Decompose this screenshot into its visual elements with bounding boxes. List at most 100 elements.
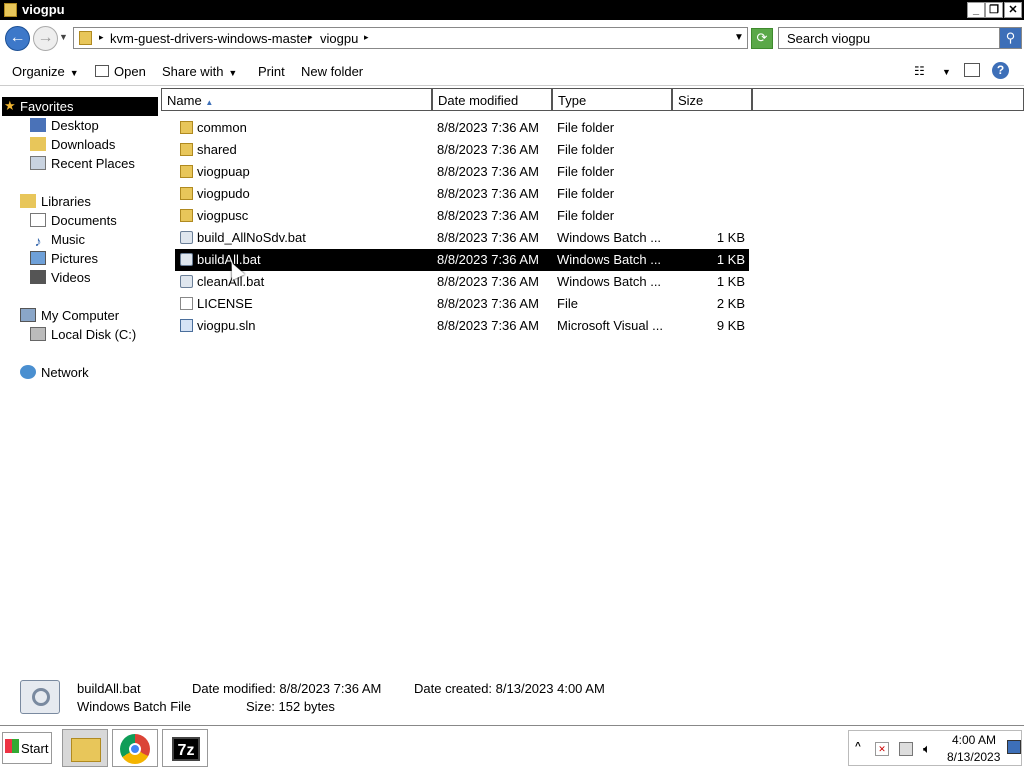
taskbar-chrome[interactable] [112,729,158,767]
close-button[interactable]: ✕ [1004,2,1022,18]
file-name: viogpudo [197,186,250,201]
search-icon[interactable]: ⚲ [999,28,1021,48]
help-icon[interactable]: ? [992,62,1009,79]
refresh-button[interactable]: ⟳ [751,28,773,49]
taskbar-7zip[interactable]: 7z [162,729,208,767]
column-header-name[interactable]: Name ▲ [161,88,432,111]
preview-pane-icon[interactable] [964,63,980,77]
windows-logo-icon [5,739,19,753]
file-type: File folder [557,120,615,135]
column-header-date-modified[interactable]: Date modified [432,88,552,111]
minimize-button[interactable]: _ [967,2,985,18]
nav-local-disk[interactable]: Local Disk (C:) [30,327,136,346]
taskbar-explorer[interactable] [62,729,108,767]
column-header-type[interactable]: Type [552,88,672,111]
file-icon [180,297,193,310]
breadcrumb-separator-icon[interactable]: ▸ [308,32,313,43]
column-date-label: Date modified [438,93,519,108]
file-name: build_AllNoSdv.bat [197,230,306,245]
nav-network-label: Network [41,365,89,380]
start-button[interactable]: Start [2,732,52,764]
breadcrumb-viogpu[interactable]: viogpu [320,31,358,46]
open-icon [95,65,109,77]
clock-date[interactable]: 8/13/2023 [947,750,1000,764]
file-row[interactable]: common 8/8/2023 7:36 AM File folder [175,117,749,139]
file-row[interactable]: shared 8/8/2023 7:36 AM File folder [175,139,749,161]
details-pane: buildAll.bat Windows Batch File Date mod… [0,670,1024,722]
batch-file-icon [180,275,193,288]
nav-downloads-label: Downloads [51,137,116,152]
volume-muted-icon[interactable]: 🔈︎ [923,741,931,757]
organize-label: Organize [12,64,65,79]
nav-documents[interactable]: Documents [30,213,117,232]
file-date-modified: 8/8/2023 7:36 AM [437,120,539,135]
nav-videos[interactable]: Videos [30,270,91,289]
print-button[interactable]: Print [258,64,285,79]
system-tray: ^ ✕ 🔈︎ 4:00 AM 8/13/2023 [848,730,1022,766]
maximize-button[interactable]: ❐ [985,2,1003,18]
view-dropdown-icon[interactable]: ▼ [942,67,951,77]
nav-favorites[interactable]: ★ Favorites [2,97,158,116]
nav-local-disk-label: Local Disk (C:) [51,327,137,342]
file-date-modified: 8/8/2023 7:36 AM [437,208,539,223]
file-row[interactable]: build_AllNoSdv.bat 8/8/2023 7:36 AM Window… [175,227,749,249]
recent-pages-dropdown[interactable]: ▼ [59,32,68,42]
file-row[interactable]: buildAll.bat 8/8/2023 7:36 AM Windows Batc… [175,249,749,271]
file-row[interactable]: viogpu.sln 8/8/2023 7:36 AM Microsoft Visu… [175,315,749,337]
file-row[interactable]: viogpusc 8/8/2023 7:36 AM File folder [175,205,749,227]
nav-downloads[interactable]: Downloads [30,137,115,156]
nav-desktop-label: Desktop [51,118,99,133]
open-button[interactable]: Open [95,64,146,79]
new-folder-button[interactable]: New folder [301,64,363,79]
file-row[interactable]: viogpudo 8/8/2023 7:36 AM File folder [175,183,749,205]
file-name: LICENSE [197,296,253,311]
file-type: Windows Batch ... [557,230,662,245]
nav-desktop[interactable]: Desktop [30,118,99,137]
view-options-icon[interactable]: ☷ [914,64,925,78]
nav-pictures[interactable]: Pictures [30,251,98,270]
batch-file-icon [180,253,193,266]
clock-time[interactable]: 4:00 AM [952,733,996,747]
nav-network[interactable]: Network [20,365,89,384]
file-date-modified: 8/8/2023 7:36 AM [437,142,539,157]
address-bar[interactable]: ▸ kvm-guest-drivers-windows-master ▸ vio… [73,27,748,49]
breadcrumb-separator-icon[interactable]: ▸ [364,32,369,43]
forward-button[interactable]: → [33,26,58,51]
action-center-icon[interactable]: ✕ [875,742,889,756]
disk-drive-icon [30,327,46,341]
address-dropdown-icon[interactable]: ▼ [734,32,744,43]
solution-file-icon [180,319,193,332]
libraries-icon [20,194,36,208]
batch-file-icon [180,231,193,244]
nav-music[interactable]: ♪ Music [30,232,85,251]
organize-button[interactable]: Organize ▼ [12,64,79,79]
file-row[interactable]: LICENSE 8/8/2023 7:36 AM File 2 KB [175,293,749,315]
file-date-modified: 8/8/2023 7:36 AM [437,318,539,333]
show-hidden-icons-button[interactable]: ^ [855,741,861,752]
back-button[interactable]: ← [5,26,30,51]
share-with-button[interactable]: Share with ▼ [162,64,237,79]
search-input[interactable]: Search viogpu ⚲ [778,27,1022,49]
new-folder-label: New folder [301,64,364,79]
details-file-name: buildAll.bat [77,681,141,696]
print-label: Print [258,64,285,79]
show-desktop-button[interactable] [1007,740,1021,754]
gear-icon [32,688,50,706]
file-row[interactable]: cleanAll.bat 8/8/2023 7:36 AM Windows Batc… [175,271,749,293]
column-header-size[interactable]: Size [672,88,752,111]
nav-my-computer[interactable]: My Computer [20,308,119,327]
nav-libraries[interactable]: Libraries [20,194,91,213]
breadcrumb-separator-icon[interactable]: ▸ [99,32,104,43]
window-title: viogpu [22,2,65,17]
desktop-icon [30,118,46,132]
start-label: Start [21,741,49,756]
nav-recent-places[interactable]: Recent Places [30,156,135,175]
chevron-down-icon: ▼ [69,68,79,78]
network-status-icon[interactable] [899,742,913,756]
title-bar[interactable]: viogpu _ ❐ ✕ [0,0,1024,20]
file-row[interactable]: viogpuap 8/8/2023 7:36 AM File folder [175,161,749,183]
file-type: Windows Batch ... [557,274,662,289]
breadcrumb-kvm-guest-drivers[interactable]: kvm-guest-drivers-windows-master [110,31,312,46]
details-date-created: Date created: 8/13/2023 4:00 AM [414,681,605,696]
file-size: 1 KB [716,274,745,289]
